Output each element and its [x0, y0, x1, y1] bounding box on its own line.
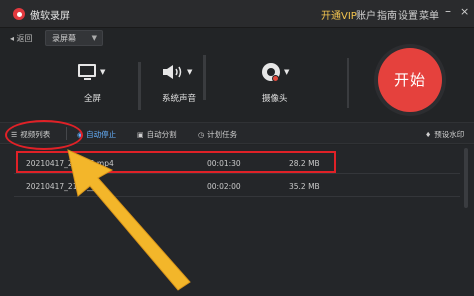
- app-window: 傲软录屏 开通VIP 账户 指南 设置 菜单 – × ◂ 返回 录屏幕 ▼ ▼ …: [0, 0, 474, 296]
- annotation-arrow: [67, 149, 191, 291]
